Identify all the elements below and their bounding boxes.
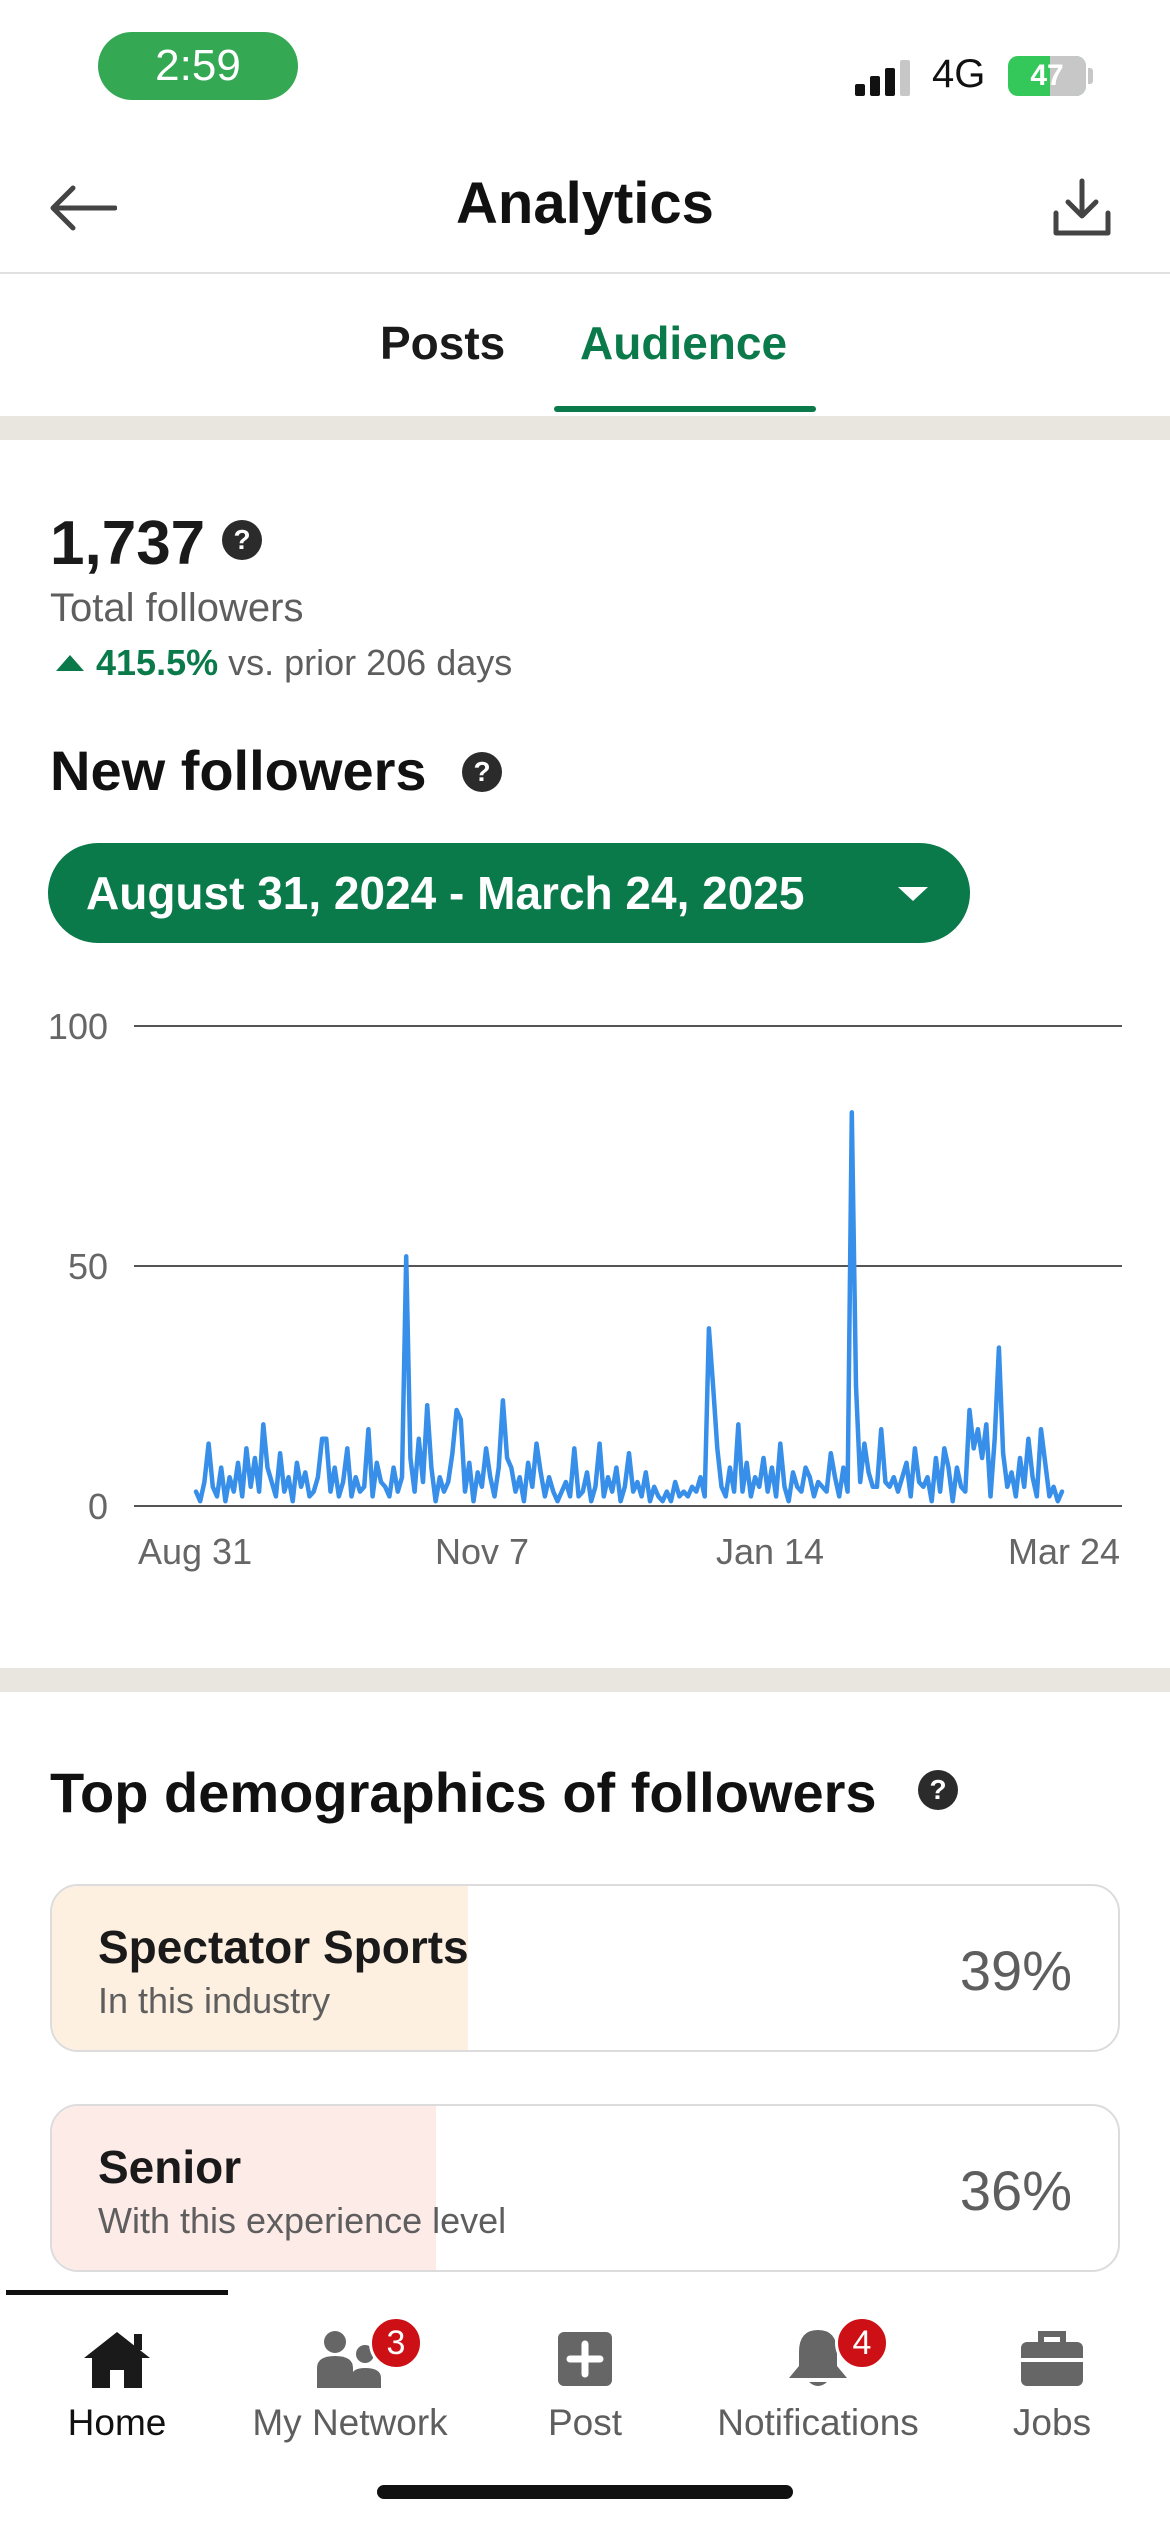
analytics-tabs: Posts Audience	[0, 276, 1170, 416]
signal-icon	[855, 58, 915, 96]
demographics-title: Top demographics of followers	[50, 1761, 877, 1824]
home-indicator	[377, 2485, 793, 2499]
home-icon	[84, 2332, 150, 2388]
followers-growth: 415.5% vs. prior 206 days	[56, 642, 512, 684]
help-icon[interactable]: ?	[918, 1770, 958, 1810]
chevron-down-icon	[898, 887, 928, 901]
trend-up-icon	[56, 655, 84, 671]
x-tick-label: Mar 24	[1008, 1531, 1120, 1572]
page-title: Analytics	[456, 171, 714, 236]
tab-posts[interactable]: Posts	[380, 316, 505, 370]
new-followers-chart: 0 50 100 Aug 31 Nov 7 Jan 14 Mar 24	[48, 1006, 1122, 1572]
growth-period: vs. prior 206 days	[228, 642, 513, 683]
nav-my-network[interactable]: 3 My Network	[235, 2310, 465, 2450]
notification-badge: 4	[835, 2316, 889, 2370]
battery-icon: 47	[1008, 56, 1086, 96]
demographic-subtitle: In this industry	[98, 1980, 331, 2021]
tab-audience[interactable]: Audience	[580, 316, 787, 370]
active-tab-indicator	[554, 406, 816, 412]
app-header: Analytics	[0, 140, 1170, 274]
nav-label: Jobs	[1012, 2402, 1092, 2443]
date-range-label: August 31, 2024 - March 24, 2025	[86, 867, 805, 919]
help-icon[interactable]: ?	[462, 752, 502, 792]
demographic-subtitle: With this experience level	[98, 2200, 507, 2241]
date-range-dropdown[interactable]: August 31, 2024 - March 24, 2025	[48, 843, 970, 943]
new-followers-title: New followers	[50, 739, 427, 802]
demographic-percent: 36%	[959, 2159, 1072, 2222]
demographic-percent: 39%	[959, 1939, 1072, 2002]
x-tick-label: Jan 14	[716, 1531, 824, 1572]
nav-label: My Network	[252, 2402, 448, 2443]
status-time: 2:59	[98, 32, 298, 100]
nav-post[interactable]: Post	[470, 2310, 700, 2450]
battery-level: 47	[1030, 59, 1064, 92]
x-tick-label: Nov 7	[435, 1531, 529, 1572]
download-icon	[1053, 178, 1111, 236]
y-tick-label: 100	[48, 1006, 108, 1047]
briefcase-icon	[1021, 2331, 1083, 2386]
active-nav-indicator	[6, 2290, 228, 2295]
download-button[interactable]	[1046, 170, 1118, 246]
demographic-name: Senior	[98, 2141, 242, 2193]
x-tick-label: Aug 31	[138, 1531, 252, 1572]
demographic-name: Spectator Sports	[98, 1921, 469, 1973]
network-label: 4G	[932, 52, 986, 96]
nav-label: Notifications	[717, 2402, 919, 2443]
y-tick-label: 50	[68, 1246, 108, 1287]
series-line	[193, 1110, 1065, 1504]
section-divider	[0, 1668, 1170, 1692]
plus-square-icon	[558, 2332, 612, 2386]
status-bar: 2:59 4G 47	[0, 0, 1170, 140]
growth-percent: 415.5%	[96, 642, 219, 683]
demographic-card-industry[interactable]: Spectator Sports In this industry 39%	[50, 1884, 1120, 2052]
demographic-card-seniority[interactable]: Senior With this experience level 36%	[50, 2104, 1120, 2272]
nav-jobs[interactable]: Jobs	[937, 2310, 1167, 2450]
help-icon[interactable]: ?	[222, 520, 262, 560]
notification-badge: 3	[369, 2316, 423, 2370]
section-divider	[0, 416, 1170, 440]
nav-notifications[interactable]: 4 Notifications	[703, 2310, 933, 2450]
nav-label: Home	[67, 2402, 167, 2443]
nav-home[interactable]: Home	[2, 2310, 232, 2450]
total-followers-count: 1,737	[50, 509, 206, 578]
total-followers-label: Total followers	[50, 586, 304, 630]
nav-label: Post	[547, 2402, 623, 2443]
y-tick-label: 0	[88, 1486, 108, 1527]
